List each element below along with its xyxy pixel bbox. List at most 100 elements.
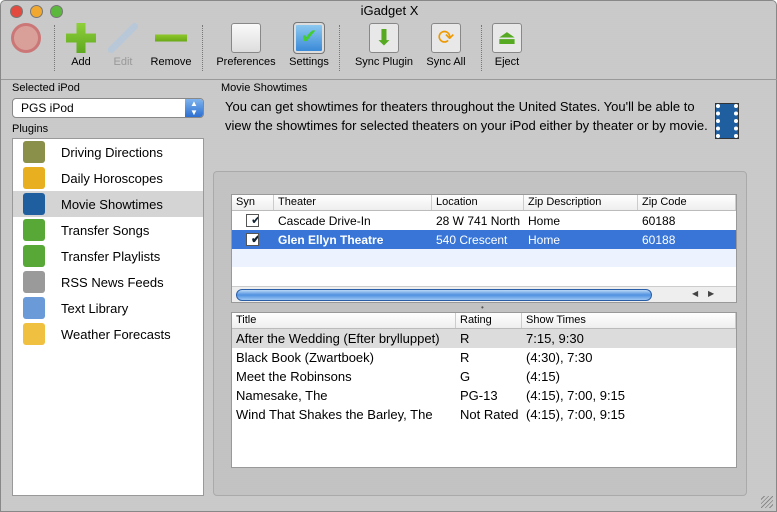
sync-plugin-button[interactable]: ⬇ Sync Plugin (351, 23, 417, 75)
rating-cell: R (460, 350, 470, 365)
rating-cell: Not Rated (460, 407, 519, 422)
plugin-label: Text Library (61, 300, 129, 316)
horizontal-scrollbar[interactable]: ◀ ▶ (232, 286, 736, 302)
plugin-item[interactable]: Driving Directions (13, 139, 203, 165)
remove-label: Remove (150, 56, 192, 68)
column-header[interactable]: Show Times (522, 313, 736, 328)
zip-cell: 60188 (642, 232, 676, 247)
sync-checkbox[interactable]: ✔ (246, 214, 259, 227)
table-row[interactable]: Namesake, The PG-13 (4:15), 7:00, 9:15 (232, 386, 736, 405)
movies-table: Title Rating Show Times After the Wedding … (231, 312, 737, 468)
plugin-item[interactable]: Weather Forecasts (13, 321, 203, 347)
rating-cell: G (460, 369, 471, 384)
toolbar-separator (54, 25, 55, 71)
preferences-label: Preferences (216, 56, 276, 68)
preferences-button[interactable]: Preferences (213, 23, 279, 75)
plugin-item[interactable]: RSS News Feeds (13, 269, 203, 295)
ipod-select[interactable]: PGS iPod ▲ ▼ (12, 98, 204, 118)
eject-button[interactable]: ⏏ Eject (491, 23, 523, 75)
updown-arrows-icon: ▲ ▼ (185, 99, 203, 117)
plugin-label: Transfer Songs (61, 222, 150, 238)
rss-news-feeds-icon (23, 271, 45, 293)
film-icon (715, 103, 739, 139)
location-cell: 28 W 741 North (436, 213, 521, 228)
scroll-right-icon[interactable]: ▶ (708, 289, 714, 298)
daily-horoscopes-icon (23, 167, 45, 189)
table-row[interactable]: Black Book (Zwartboek) R (4:30), 7:30 (232, 348, 736, 367)
plugin-label: Driving Directions (61, 144, 163, 160)
stop-icon (11, 23, 41, 53)
table-row[interactable]: ✔ Glen Ellyn Theatre 540 Crescent Home 60188 (232, 230, 736, 249)
column-header[interactable]: Location (432, 195, 524, 210)
transfer-playlists-icon (23, 245, 45, 267)
scroll-left-icon[interactable]: ◀ (692, 289, 698, 298)
location-cell: 540 Crescent (436, 232, 508, 247)
splitter-handle[interactable]: • (481, 303, 484, 312)
ipod-select-value: PGS iPod (21, 101, 74, 115)
plugin-item[interactable]: Transfer Playlists (13, 243, 203, 269)
column-header[interactable]: Syn (232, 195, 274, 210)
times-cell: (4:15), 7:00, 9:15 (526, 388, 626, 403)
zip_desc-cell: Home (528, 232, 561, 247)
plugin-item[interactable]: Daily Horoscopes (13, 165, 203, 191)
app-window: iGadget X Add Edit Remove Preferences ✔ S… (0, 0, 777, 512)
theaters-header: Syn Theater Location Zip Description Zip Cod… (232, 195, 736, 211)
theater-cell: Glen Ellyn Theatre (278, 232, 384, 247)
minus-icon (155, 23, 187, 53)
table-row[interactable]: Wind That Shakes the Barley, The Not Rate… (232, 405, 736, 424)
title-cell: Meet the Robinsons (236, 369, 352, 384)
settings-label: Settings (289, 56, 329, 68)
column-header[interactable]: Theater (274, 195, 432, 210)
table-row[interactable]: ✔ Cascade Drive-In 28 W 741 North Home 60188 (232, 211, 736, 230)
transfer-songs-icon (23, 219, 45, 241)
checkmark-settings-icon: ✔ (293, 22, 325, 54)
sync-all-icon: ⟳ (431, 23, 461, 53)
plus-icon (66, 23, 96, 53)
column-header[interactable]: Title (232, 313, 456, 328)
sync-checkbox[interactable]: ✔ (246, 233, 259, 246)
sync-cell: ✔ (232, 214, 274, 227)
edit-label: Edit (113, 56, 133, 68)
plugin-label: RSS News Feeds (61, 274, 164, 290)
times-cell: (4:15), 7:00, 9:15 (526, 407, 626, 422)
column-header[interactable]: Zip Description (524, 195, 638, 210)
empty-row (232, 249, 736, 267)
column-header[interactable]: Zip Code (638, 195, 736, 210)
column-header[interactable]: Rating (456, 313, 522, 328)
rating-cell: PG-13 (460, 388, 498, 403)
plugin-item[interactable]: Text Library (13, 295, 203, 321)
eject-label: Eject (494, 56, 520, 68)
times-cell: 7:15, 9:30 (526, 331, 584, 346)
settings-button[interactable]: ✔ Settings (285, 22, 333, 75)
add-label: Add (71, 56, 91, 68)
resize-grip-icon[interactable] (761, 496, 773, 508)
table-row[interactable]: Meet the Robinsons G (4:15) (232, 367, 736, 386)
zip-cell: 60188 (642, 213, 676, 228)
stop-button[interactable] (9, 23, 43, 75)
sync-plugin-label: Sync Plugin (354, 56, 414, 68)
sync-cell: ✔ (232, 233, 274, 246)
table-row[interactable]: After the Wedding (Efter brylluppet) R 7:1… (232, 329, 736, 348)
weather-forecasts-icon (23, 323, 45, 345)
toolbar-separator (481, 25, 482, 71)
description-text: You can get showtimes for theaters throu… (225, 99, 708, 133)
plugin-label: Movie Showtimes (61, 196, 163, 212)
plugin-item[interactable]: Movie Showtimes (13, 191, 203, 217)
add-button[interactable]: Add (63, 23, 99, 75)
toolbar-divider (1, 79, 777, 80)
toolbar-separator (202, 25, 203, 71)
sync-all-button[interactable]: ⟳ Sync All (423, 23, 469, 75)
plugin-item[interactable]: Transfer Songs (13, 217, 203, 243)
plugins-label: Plugins (12, 123, 49, 135)
scrollbar-thumb[interactable] (236, 289, 652, 301)
remove-button[interactable]: Remove (147, 23, 195, 75)
title-cell: Wind That Shakes the Barley, The (236, 407, 433, 422)
eject-icon: ⏏ (492, 23, 522, 53)
sync-all-label: Sync All (426, 56, 466, 68)
edit-button[interactable]: Edit (107, 23, 139, 75)
section-label: Movie Showtimes (221, 82, 308, 94)
title-cell: Namesake, The (236, 388, 328, 403)
theater-cell: Cascade Drive-In (278, 213, 371, 228)
rating-cell: R (460, 331, 470, 346)
toolbar-separator (339, 25, 340, 71)
